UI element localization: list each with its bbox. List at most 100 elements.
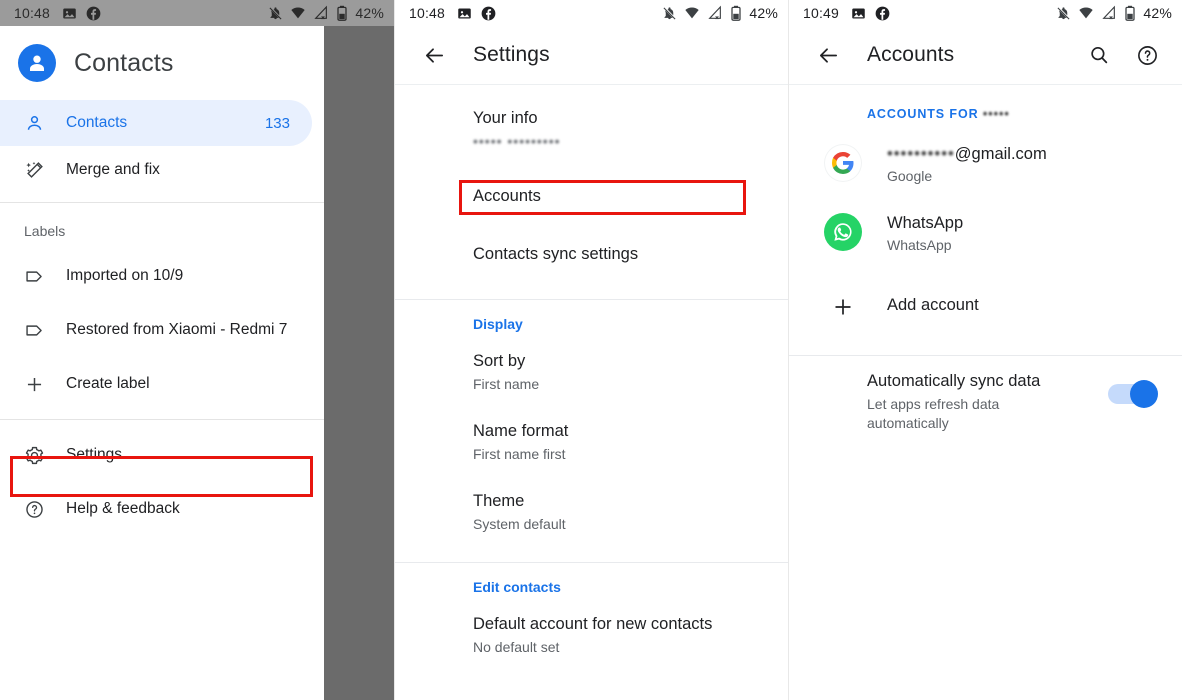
account-name: WhatsApp — [887, 212, 963, 234]
sidebar-item-label: Merge and fix — [66, 161, 160, 179]
settings-row-accounts[interactable]: Accounts — [395, 165, 788, 227]
google-icon — [821, 141, 865, 185]
drawer-divider — [0, 419, 324, 420]
help-circle-icon — [24, 499, 48, 520]
row-title: Name format — [473, 420, 766, 442]
signal-no-sim-icon — [707, 5, 723, 21]
page-title: Contacts — [74, 49, 173, 78]
search-button[interactable] — [1078, 34, 1120, 76]
sidebar-item-label: Contacts — [66, 114, 127, 132]
account-name: ••••••••••@gmail.com — [887, 143, 1047, 165]
sidebar-item-label: Imported on 10/9 — [66, 267, 183, 285]
accounts-section-heading-prefix: ACCOUNTS FOR — [867, 107, 983, 121]
sidebar-item-label: Create label — [66, 375, 150, 393]
row-title: Accounts — [473, 185, 766, 207]
three-panel-screenshot: A 10:48 — [0, 0, 1182, 700]
row-subtitle-redacted: ••••• ••••••••• — [473, 131, 561, 151]
signal-no-sim-icon — [1101, 5, 1117, 21]
arrow-back-icon — [817, 44, 840, 67]
sidebar-item-settings[interactable]: Settings — [0, 428, 324, 482]
settings-row-theme[interactable]: Theme System default — [395, 476, 788, 550]
person-icon — [24, 113, 48, 134]
sidebar-item-label: Restored from Xiaomi - Redmi 7 — [66, 321, 287, 339]
whatsapp-icon — [821, 210, 865, 254]
status-bar-left: 10:48 — [0, 0, 394, 26]
sidebar-item-label: Settings — [66, 446, 122, 464]
sidebar-item-contacts[interactable]: Contacts 133 — [0, 100, 312, 146]
page-title: Settings — [473, 43, 550, 67]
help-circle-icon — [1136, 44, 1159, 67]
image-icon — [851, 6, 866, 21]
arrow-back-icon — [423, 44, 446, 67]
row-subtitle: No default set — [473, 637, 766, 657]
notifications-off-icon — [662, 6, 677, 21]
battery-icon — [1124, 5, 1136, 21]
facebook-icon — [481, 6, 496, 21]
notifications-off-icon — [1056, 6, 1071, 21]
facebook-icon — [86, 6, 101, 21]
account-name-redacted: •••••••••• — [887, 143, 955, 165]
row-title: Sort by — [473, 350, 766, 372]
contacts-app-icon — [18, 44, 56, 82]
battery-icon — [336, 5, 348, 21]
section-heading-display: Display — [395, 300, 788, 340]
account-row-google[interactable]: ••••••••••@gmail.com Google — [789, 129, 1182, 198]
label-tag-icon — [24, 320, 48, 341]
back-button[interactable] — [413, 34, 455, 76]
battery-icon — [730, 5, 742, 21]
row-subtitle: System default — [473, 514, 766, 534]
status-bar-mid: 10:48 — [395, 0, 788, 26]
row-subtitle: First name — [473, 374, 766, 394]
drawer-header: Contacts — [0, 26, 324, 100]
auto-sync-title: Automatically sync data — [867, 370, 1108, 392]
add-account-button[interactable]: Add account — [789, 267, 1182, 347]
settings-row-sort-by[interactable]: Sort by First name — [395, 340, 788, 406]
contacts-count: 133 — [265, 115, 290, 132]
battery-percent: 42% — [355, 5, 384, 21]
help-button[interactable] — [1126, 34, 1168, 76]
magic-wand-icon — [24, 160, 48, 181]
settings-list: Your info ••••• ••••••••• Accounts Conta… — [395, 85, 788, 671]
add-account-label: Add account — [887, 294, 979, 316]
sidebar-item-label: Help & feedback — [66, 500, 180, 518]
drawer-divider — [0, 202, 324, 203]
settings-row-name-format[interactable]: Name format First name first — [395, 406, 788, 476]
settings-row-default-account[interactable]: Default account for new contacts No defa… — [395, 603, 788, 671]
battery-percent: 42% — [1143, 5, 1172, 21]
auto-sync-subtitle: Let apps refresh data automatically — [867, 395, 1057, 433]
settings-appbar: Settings — [395, 26, 788, 84]
toggle-knob — [1130, 380, 1158, 408]
sidebar-item-label-imported[interactable]: Imported on 10/9 — [0, 249, 324, 303]
panel-settings: 10:48 — [394, 0, 788, 700]
gear-icon — [24, 445, 48, 466]
search-icon — [1088, 44, 1110, 66]
auto-sync-toggle[interactable] — [1108, 384, 1156, 404]
row-title: Default account for new contacts — [473, 613, 766, 635]
back-button[interactable] — [807, 34, 849, 76]
status-time: 10:49 — [803, 5, 839, 21]
status-time: 10:48 — [409, 5, 445, 21]
image-icon — [457, 6, 472, 21]
wifi-icon — [290, 5, 306, 21]
row-title: Your info — [473, 107, 766, 129]
auto-sync-row[interactable]: Automatically sync data Let apps refresh… — [789, 356, 1182, 447]
account-row-whatsapp[interactable]: WhatsApp WhatsApp — [789, 198, 1182, 267]
plus-icon — [821, 285, 865, 329]
plus-icon — [24, 374, 48, 395]
page-title: Accounts — [867, 43, 954, 67]
facebook-icon — [875, 6, 890, 21]
accounts-appbar: Accounts — [789, 26, 1182, 84]
status-time: 10:48 — [14, 5, 50, 21]
sidebar-item-create-label[interactable]: Create label — [0, 357, 324, 411]
drawer-scrim[interactable] — [324, 26, 394, 700]
account-type: WhatsApp — [887, 235, 963, 255]
panel-contacts-drawer: A 10:48 — [0, 0, 394, 700]
battery-percent: 42% — [749, 5, 778, 21]
labels-section-title: Labels — [0, 211, 324, 249]
settings-row-contacts-sync-settings[interactable]: Contacts sync settings — [395, 227, 788, 287]
sidebar-item-label-restored[interactable]: Restored from Xiaomi - Redmi 7 — [0, 303, 324, 357]
settings-row-your-info[interactable]: Your info ••••• ••••••••• — [395, 89, 788, 165]
sidebar-item-merge-and-fix[interactable]: Merge and fix — [0, 146, 324, 194]
wifi-icon — [684, 5, 700, 21]
sidebar-item-help-and-feedback[interactable]: Help & feedback — [0, 482, 324, 536]
